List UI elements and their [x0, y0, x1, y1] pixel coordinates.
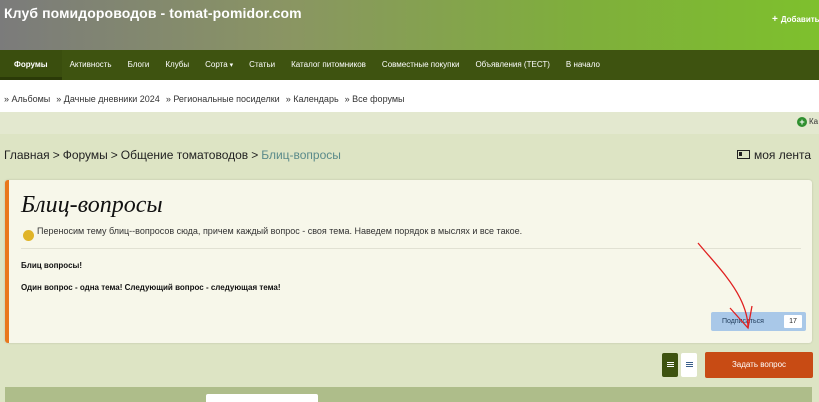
subnav-item-regional[interactable]: » Региональные посиделки	[166, 94, 280, 104]
add-content-label: Добавить	[780, 15, 819, 24]
nav-item-articles[interactable]: Статьи	[241, 50, 283, 80]
forum-rule-1: Блиц вопросы!	[21, 261, 83, 270]
strip-link-label[interactable]: Ка	[809, 117, 818, 126]
forum-header-card: Блиц-вопросы Переносим тему блиц--вопрос…	[5, 180, 812, 343]
subnav-item-all-forums[interactable]: » Все форумы	[345, 94, 405, 104]
nav-item-clubs[interactable]: Клубы	[157, 50, 197, 80]
nav-item-forums[interactable]: Форумы	[0, 50, 62, 80]
emoji-avatar-icon	[21, 226, 35, 241]
site-header: Клуб помидороводов - tomat-pomidor.com +…	[0, 0, 819, 50]
breadcrumb-separator: >	[110, 148, 118, 162]
my-feed-label: моя лента	[754, 148, 812, 162]
nav-item-home[interactable]: В начало	[558, 50, 608, 80]
table-view-icon	[685, 362, 693, 368]
feed-icon	[737, 150, 750, 159]
breadcrumb: Главная > Форумы > Общение томатоводов > Блиц-…	[4, 148, 341, 162]
breadcrumb-community[interactable]: Общение томатоводов	[121, 148, 248, 162]
table-view-toggle[interactable]	[681, 353, 697, 377]
nav-item-group-buys[interactable]: Совместные покупки	[374, 50, 468, 80]
breadcrumb-current: Блиц-вопросы	[261, 148, 341, 162]
main-nav: Форумы Активность Блоги Клубы Сорта ▾ Ста…	[0, 50, 819, 80]
nav-item-blogs[interactable]: Блоги	[120, 50, 158, 80]
topic-list-tab[interactable]	[206, 394, 318, 402]
ask-question-button[interactable]: Задать вопрос	[705, 352, 813, 378]
chevron-down-icon: ▾	[229, 62, 234, 69]
forum-rule-2: Один вопрос - одна тема! Следующий вопро…	[21, 283, 281, 292]
page-title: Блиц-вопросы	[21, 192, 163, 218]
nav-item-nursery-catalog[interactable]: Каталог питомников	[283, 50, 374, 80]
topic-list-header	[5, 387, 812, 402]
subnav-item-calendar[interactable]: » Календарь	[286, 94, 339, 104]
nav-item-activity[interactable]: Активность	[62, 50, 120, 80]
forum-description-row: Переносим тему блиц--вопросов сюда, прич…	[21, 225, 801, 249]
add-content-button[interactable]: + Добавить	[772, 14, 819, 25]
nav-item-classifieds[interactable]: Объявления (ТЕСТ)	[467, 50, 557, 80]
forum-description: Переносим тему блиц--вопросов сюда, прич…	[37, 226, 523, 236]
utility-strip: + Ка	[0, 112, 819, 134]
nav-item-varieties-label: Сорта	[205, 60, 228, 69]
breadcrumb-separator: >	[52, 148, 60, 162]
my-feed-link[interactable]: моя лента	[737, 148, 811, 162]
list-view-icon	[666, 362, 674, 368]
list-view-toggle[interactable]	[662, 353, 678, 377]
site-title[interactable]: Клуб помидороводов - tomat-pomidor.com	[4, 5, 302, 21]
sub-nav: » Альбомы » Дачные дневники 2024 » Регио…	[0, 80, 819, 112]
follow-button[interactable]: Подписаться 17	[711, 312, 806, 331]
breadcrumb-forums[interactable]: Форумы	[63, 148, 108, 162]
subnav-item-albums[interactable]: » Альбомы	[4, 94, 50, 104]
breadcrumb-separator: >	[251, 148, 259, 162]
follower-count: 17	[784, 315, 802, 328]
breadcrumb-home[interactable]: Главная	[4, 148, 50, 162]
plus-icon: +	[772, 14, 778, 25]
subnav-item-garden-diaries[interactable]: » Дачные дневники 2024	[56, 94, 160, 104]
follow-label: Подписаться	[722, 318, 764, 325]
plus-circle-icon[interactable]: +	[797, 117, 807, 127]
nav-item-varieties[interactable]: Сорта ▾	[197, 50, 241, 80]
